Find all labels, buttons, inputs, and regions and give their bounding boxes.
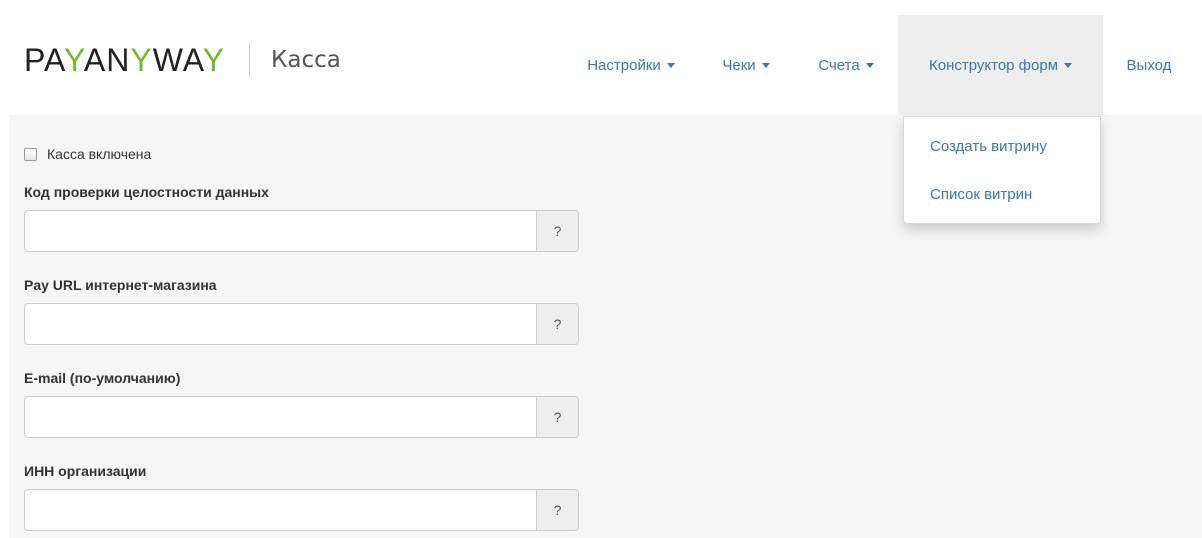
top-navbar: PAYANYWAY Касса Настройки Чеки Счета Кон… — [0, 0, 1202, 115]
integrity-code-help-button[interactable]: ? — [536, 210, 579, 252]
nav-form-builder[interactable]: Конструктор форм — [898, 15, 1103, 115]
nav-receipts-label: Чеки — [722, 56, 756, 74]
pay-url-input[interactable] — [24, 303, 536, 345]
pay-url-group: ? — [24, 303, 579, 345]
inn-label: ИНН организации — [24, 463, 147, 479]
pay-url-label: Pay URL интернет-магазина — [24, 277, 217, 293]
brand[interactable]: PAYANYWAY Касса — [24, 40, 341, 80]
caret-down-icon — [666, 62, 675, 68]
nav-receipts[interactable]: Чеки — [705, 15, 787, 115]
default-email-help-button[interactable]: ? — [536, 396, 579, 438]
inn-input[interactable] — [24, 489, 536, 531]
nav-form-builder-label: Конструктор форм — [928, 56, 1059, 74]
integrity-code-label: Код проверки целостности данных — [24, 184, 269, 200]
nav-logout[interactable]: Выход — [1109, 15, 1189, 115]
nav-settings-label: Настройки — [587, 56, 661, 74]
inn-help-button[interactable]: ? — [536, 489, 579, 531]
kassa-enabled-row[interactable]: Касса включена — [24, 146, 151, 162]
brand-divider — [249, 43, 251, 77]
integrity-code-input[interactable] — [24, 210, 536, 252]
default-email-group: ? — [24, 396, 579, 438]
kassa-enabled-checkbox[interactable] — [24, 147, 37, 161]
nav-invoices-label: Счета — [818, 56, 860, 74]
brand-subtitle: Касса — [271, 46, 341, 73]
caret-down-icon — [865, 62, 874, 68]
pay-url-help-button[interactable]: ? — [536, 303, 579, 345]
form-builder-dropdown-menu: Создать витрину Список витрин — [903, 116, 1101, 224]
dropdown-item-create-showcase[interactable]: Создать витрину — [930, 138, 1047, 155]
nav-logout-label: Выход — [1126, 56, 1172, 74]
kassa-enabled-label: Касса включена — [47, 146, 152, 162]
inn-group: ? — [24, 489, 579, 531]
default-email-label: E-mail (по-умолчанию) — [24, 370, 181, 386]
nav-invoices[interactable]: Счета — [803, 15, 889, 115]
caret-down-icon — [761, 62, 770, 68]
dropdown-item-showcase-list[interactable]: Список витрин — [930, 186, 1032, 203]
caret-down-icon — [1064, 62, 1073, 68]
nav-settings[interactable]: Настройки — [566, 15, 696, 115]
default-email-input[interactable] — [24, 396, 536, 438]
integrity-code-group: ? — [24, 210, 579, 252]
payanyway-logo: PAYANYWAY — [24, 42, 226, 78]
